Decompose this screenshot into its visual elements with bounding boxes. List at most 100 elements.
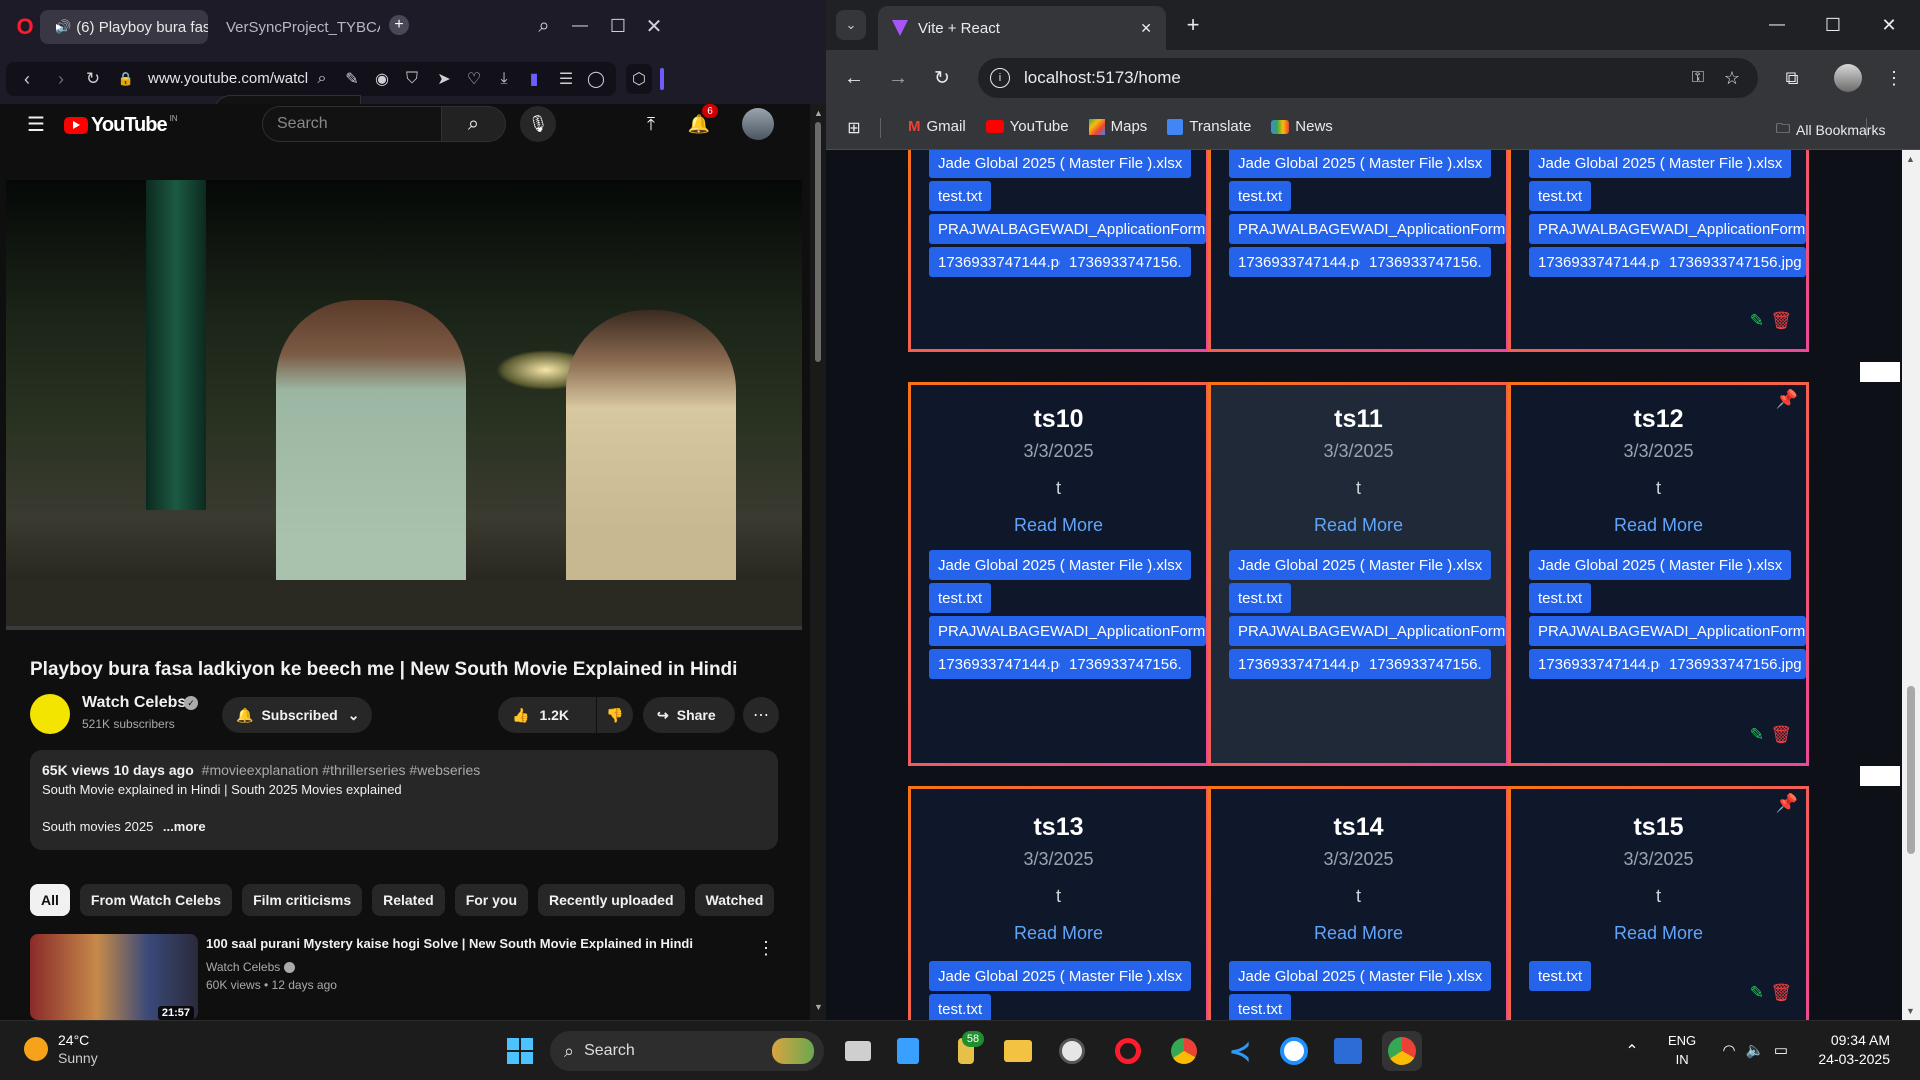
edit-icon[interactable]: ✎ <box>1750 311 1764 331</box>
chip-for-you[interactable]: For you <box>454 884 529 916</box>
show-hidden-icons[interactable]: ⌃ <box>1620 1039 1644 1063</box>
battery-saver-icon[interactable]: ▮ <box>522 66 546 92</box>
description-box[interactable]: 65K views 10 days ago #movieexplanation … <box>30 750 778 850</box>
read-more-link[interactable]: Read More <box>911 923 1206 944</box>
word-icon[interactable] <box>1328 1031 1368 1071</box>
delete-icon[interactable]: 🗑 <box>1770 983 1792 1003</box>
attachment-chip[interactable]: 1736933747144.pdf <box>929 247 1081 277</box>
vscode-icon[interactable]: ≺ <box>1220 1031 1260 1071</box>
chip-watched[interactable]: Watched <box>694 884 775 916</box>
shield-icon[interactable]: ⛉ <box>400 66 424 92</box>
weather-widget[interactable]: 24°C Sunny <box>24 1031 98 1067</box>
attachment-chip[interactable]: test.txt <box>1229 583 1292 613</box>
attachment-chip[interactable]: Jade Global 2025 ( Master File ).xlsx <box>929 550 1192 580</box>
notepad-icon[interactable] <box>888 1031 928 1071</box>
attachment-chip[interactable]: Jade Global 2025 ( Master File ).xlsx <box>929 961 1192 991</box>
attachment-chip[interactable]: Jade Global 2025 ( Master File ).xlsx <box>1529 550 1792 580</box>
file-explorer-icon[interactable] <box>998 1031 1038 1071</box>
tab-close-icon[interactable]: ✕ <box>1140 20 1152 37</box>
omnibox[interactable]: i localhost:5173/home ⚿ ☆ <box>978 58 1758 98</box>
chrome-maximize-icon[interactable]: ☐ <box>1818 10 1848 40</box>
clock-app-icon[interactable] <box>1052 1031 1092 1071</box>
new-tab-icon[interactable]: + <box>1178 10 1208 40</box>
bookmark-star-icon[interactable]: ☆ <box>1724 68 1740 89</box>
heart-icon[interactable]: ♡ <box>462 66 486 92</box>
delete-icon[interactable]: 🗑 <box>1770 725 1792 745</box>
reload-icon[interactable]: ↻ <box>80 66 106 92</box>
desc-tags[interactable]: #movieexplanation #thrillerseries #webse… <box>202 762 481 778</box>
omnibox-url[interactable]: localhost:5173/home <box>1024 68 1181 88</box>
chrome-taskbar-icon[interactable] <box>1164 1031 1204 1071</box>
attachment-chip[interactable]: PRAJWALBAGEWADI_ApplicationForm (3).pdf <box>1529 214 1806 244</box>
chrome-reload-icon[interactable]: ↻ <box>928 64 956 92</box>
attachment-chip[interactable]: Jade Global 2025 ( Master File ).xlsx <box>1229 550 1492 580</box>
delete-icon[interactable]: 🗑 <box>1770 311 1792 331</box>
scroll-down-icon[interactable]: ▼ <box>814 1002 823 1012</box>
attachment-chip[interactable]: PRAJWALBAGEWADI_ApplicationForm (3 <box>1229 214 1506 244</box>
share-button[interactable]: ↪ Share <box>643 697 735 733</box>
forward-icon[interactable]: › <box>48 66 74 92</box>
channel-name[interactable]: Watch Celebs <box>82 694 186 712</box>
attachment-chip[interactable]: test.txt <box>929 181 992 211</box>
attachment-chip[interactable]: test.txt <box>929 994 992 1020</box>
rec-title[interactable]: 100 saal purani Mystery kaise hogi Solve… <box>206 936 756 951</box>
attachment-chip[interactable]: test.txt <box>929 583 992 613</box>
rec-thumbnail[interactable]: 21:57 <box>30 934 198 1020</box>
account-icon[interactable]: ◯ <box>584 66 608 92</box>
opera-logo-icon[interactable]: O <box>12 14 38 40</box>
camera-icon[interactable]: ◉ <box>370 66 394 92</box>
chrome-back-icon[interactable]: ← <box>840 64 868 92</box>
bookmark-gmail[interactable]: M Gmail <box>908 118 966 135</box>
chrome-minimize-icon[interactable]: — <box>1762 10 1792 40</box>
easy-setup-icon[interactable]: ☰ <box>554 66 578 92</box>
attachment-chip[interactable]: test.txt <box>1229 181 1292 211</box>
attachment-chip[interactable]: PRAJWALBAGEWADI_ApplicationForm (3).pdf <box>1529 616 1806 646</box>
read-more-link[interactable]: Read More <box>1511 923 1806 944</box>
opera-taskbar-icon[interactable] <box>1108 1031 1148 1071</box>
yt-search-field[interactable]: Search <box>262 106 442 142</box>
yt-logo[interactable]: YouTube IN <box>64 114 178 136</box>
read-more-link[interactable]: Read More <box>1211 923 1506 944</box>
page-scrollbar[interactable]: ▲ ▼ <box>1902 150 1920 1020</box>
attachment-chip[interactable]: 1736933747144.pdf <box>929 649 1081 679</box>
new-tab-icon[interactable]: + <box>389 15 409 35</box>
search-button[interactable]: ⌕ <box>442 106 506 142</box>
page-scroll-down-icon[interactable]: ▼ <box>1906 1006 1915 1016</box>
chip-recently-uploaded[interactable]: Recently uploaded <box>538 884 685 916</box>
volume-icon[interactable]: 🔈 <box>1744 1039 1766 1061</box>
start-icon[interactable] <box>500 1031 540 1071</box>
site-info-icon[interactable]: i <box>990 68 1010 88</box>
tab-github[interactable]: VerSyncProject_TYBCA_SE <box>210 10 380 44</box>
extensions-box-icon[interactable]: ⬡ <box>626 64 652 94</box>
task-view-icon[interactable] <box>838 1031 878 1071</box>
bookmark-youtube[interactable]: YouTube <box>985 118 1069 135</box>
attachment-chip[interactable]: Jade Global 2025 ( Master File ).xlsx <box>1529 150 1792 178</box>
tab-youtube[interactable]: 🔊 (6) Playboy bura fasa l <box>40 10 208 44</box>
clock[interactable]: 09:34 AM 24-03-2025 <box>1806 1031 1890 1069</box>
chip-related[interactable]: Related <box>372 884 445 916</box>
attachment-chip[interactable]: 1736933747156.jpg <box>1660 649 1806 679</box>
scroll-thumb[interactable] <box>815 122 821 362</box>
bookmark-translate[interactable]: Translate <box>1167 118 1251 135</box>
attachment-chip[interactable]: test.txt <box>1529 961 1592 991</box>
read-more-link[interactable]: Read More <box>911 515 1206 536</box>
rec-channel[interactable]: Watch Celebs <box>206 960 280 974</box>
tab-search-icon[interactable]: ⌄ <box>836 10 866 40</box>
page-scroll-up-icon[interactable]: ▲ <box>1906 154 1915 164</box>
attachment-chip[interactable]: 1736933747156. <box>1060 247 1191 277</box>
apps-grid-icon[interactable]: ⊞ <box>842 116 866 140</box>
attachment-chip[interactable]: Jade Global 2025 ( Master File ).xlsx <box>929 150 1192 178</box>
chrome-close-icon[interactable]: ✕ <box>1874 10 1904 40</box>
video-player[interactable] <box>6 180 802 630</box>
search-tabs-icon[interactable]: ⌕ <box>530 12 558 40</box>
hamburger-icon[interactable]: ☰ <box>24 104 48 144</box>
wifi-icon[interactable]: ◠ <box>1718 1039 1740 1061</box>
chip-from-watch-celebs[interactable]: From Watch Celebs <box>79 884 233 916</box>
chip-film-criticisms[interactable]: Film criticisms <box>242 884 363 916</box>
subscribed-button[interactable]: 🔔 Subscribed ⌄ <box>222 697 372 733</box>
send-icon[interactable]: ➤ <box>432 66 456 92</box>
rec-menu-icon[interactable]: ⋮ <box>756 936 776 960</box>
avatar[interactable] <box>742 108 774 140</box>
attachment-chip[interactable]: test.txt <box>1229 994 1292 1020</box>
profile-avatar[interactable] <box>1834 64 1862 92</box>
